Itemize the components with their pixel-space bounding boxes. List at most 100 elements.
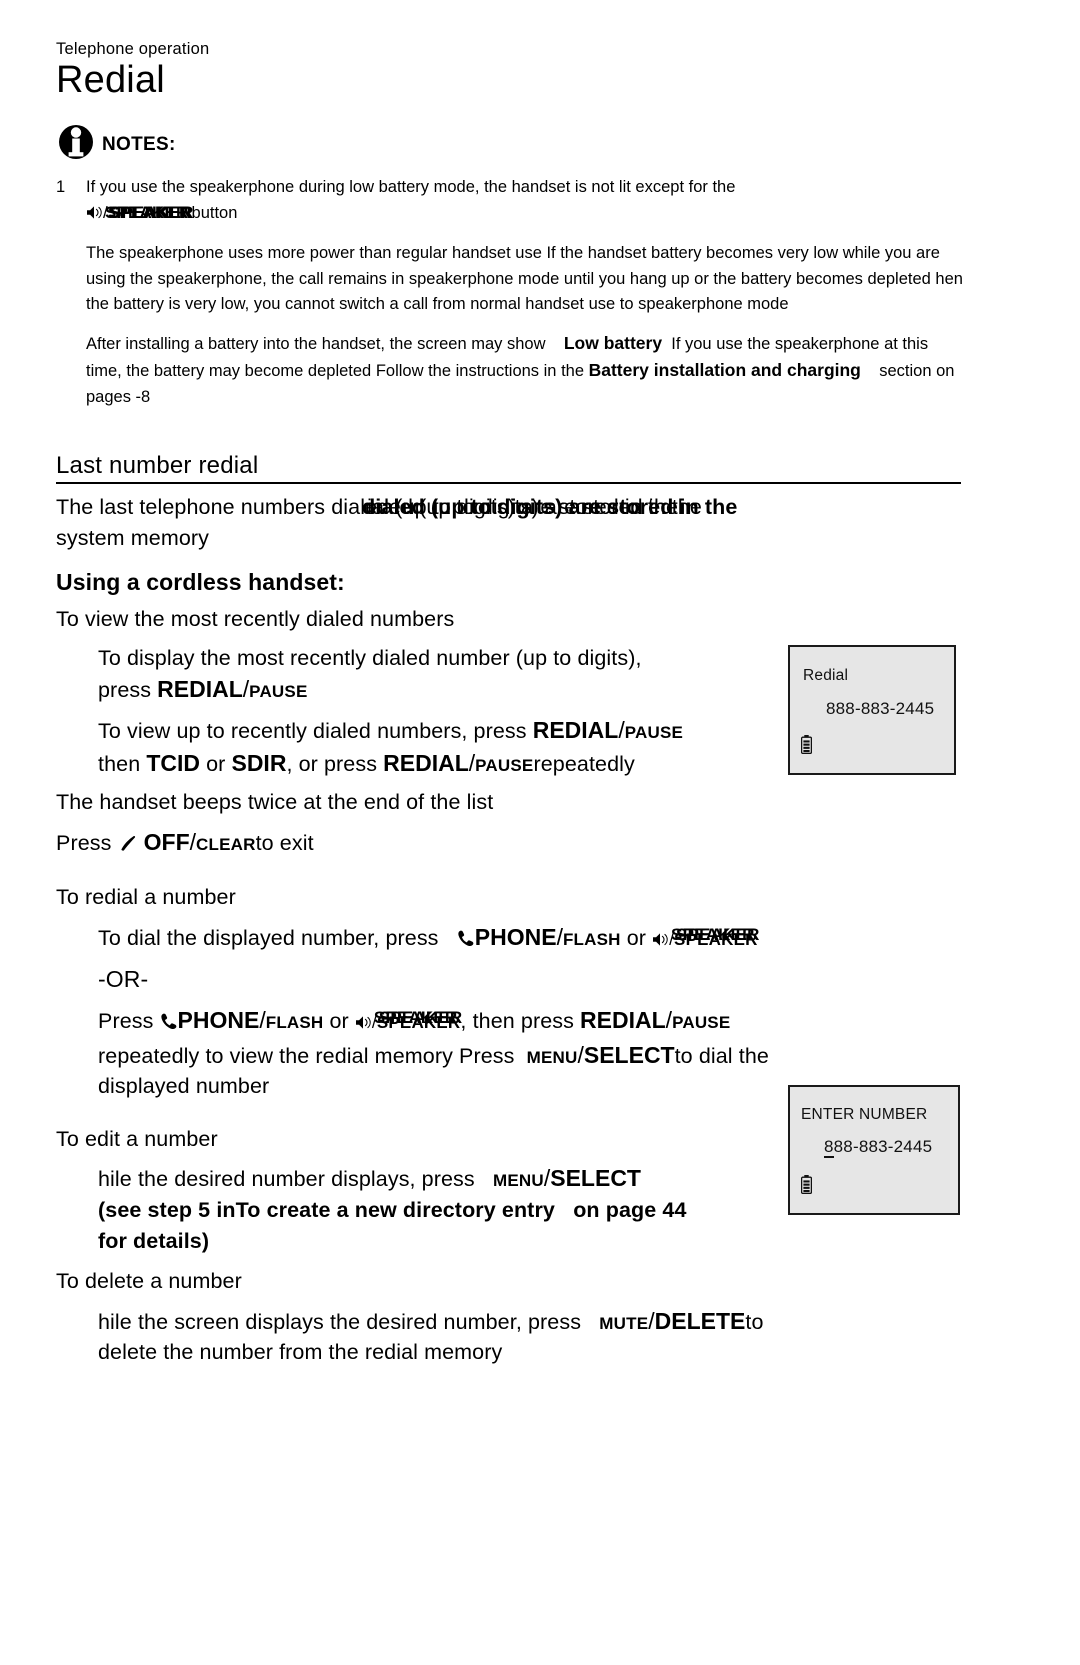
speaker-key-label-3: SPEAKER SPEAKER SPEAKER xyxy=(373,1006,462,1037)
note-paragraph-battery: After installing a battery into the hand… xyxy=(86,330,966,411)
or-word-3: or xyxy=(329,1009,349,1034)
speaker-icon-2 xyxy=(652,925,669,956)
last-number-redial-intro: The last telephone numbers dialed (up to… xyxy=(56,492,966,553)
then-press-text: , then press xyxy=(460,1009,574,1034)
speaker-key-label: SPEAKER SPEAKER SPEAKER xyxy=(104,200,193,227)
key-pause-3: PAUSE xyxy=(475,755,534,775)
edit-line-b-tail: on page 44 xyxy=(573,1198,687,1222)
press-off-clear-instruction: Press OFF/CLEARto exit xyxy=(56,826,966,861)
delete-line-b: delete the number from the redial memory xyxy=(98,1340,503,1365)
speaker-key-2-layer-3: SPEAKER xyxy=(671,924,755,944)
note-paragraph-speakerphone: The speakerphone uses more power than re… xyxy=(86,244,963,314)
speaker-icon xyxy=(86,203,103,229)
repeatedly-word: repeatedly xyxy=(533,751,635,776)
key-flash-2: FLASH xyxy=(265,1013,324,1033)
manual-page: Telephone operation Redial NOTES: 1 If y… xyxy=(0,0,1080,1665)
key-redial-4: REDIAL xyxy=(580,1007,666,1034)
enter-number-screen-title: ENTER NUMBER xyxy=(801,1106,928,1123)
intro-line-2: system memory xyxy=(56,525,210,550)
key-off: OFF xyxy=(143,828,190,855)
phone-off-icon xyxy=(118,830,138,861)
enter-number-screen-number: 888-883-2445 xyxy=(824,1137,933,1158)
redial-screen: Redial 888-883-2445 xyxy=(788,645,956,775)
key-redial-2: REDIAL xyxy=(532,717,619,744)
view-up-to-text: To view up to recently dialed numbers, p… xyxy=(98,719,527,744)
page-title: Redial xyxy=(56,59,165,101)
key-mute: MUTE xyxy=(599,1313,649,1333)
enter-number-screen: ENTER NUMBER 888-883-2445 xyxy=(788,1085,960,1215)
phone-handset-icon xyxy=(457,925,475,956)
speaker-key-3-layer-3: SPEAKER xyxy=(373,1008,458,1028)
intro-text-a: The last telephone numbers dial xyxy=(56,495,366,520)
battery-section-reference: Battery installation and charging xyxy=(588,360,861,381)
notes-label: NOTES: xyxy=(102,133,176,155)
key-clear: CLEAR xyxy=(196,834,256,854)
then-word: then xyxy=(98,751,141,776)
key-phone-1: PHONE xyxy=(474,923,557,950)
key-menu-2: MENU xyxy=(493,1171,544,1191)
note-battery-intro: After installing a battery into the hand… xyxy=(86,334,546,353)
key-menu-1: MENU xyxy=(526,1047,578,1067)
display-most-recent-text: To display the most recently dialed numb… xyxy=(98,645,642,670)
edit-line-b: (see step 5 in xyxy=(98,1198,236,1222)
key-tcid: TCID xyxy=(146,749,200,776)
section-heading-last-number-redial: Last number redial xyxy=(56,452,961,485)
edit-line-a: hile the desired number displays, press xyxy=(98,1167,475,1192)
to-view-heading: To view the most recently dialed numbers xyxy=(56,607,455,632)
press-word-2: Press xyxy=(56,830,112,855)
enter-number-rest: 88-883-2445 xyxy=(833,1137,933,1156)
note-line-2-tail: button xyxy=(191,204,238,223)
low-battery-screen-text: Low battery xyxy=(563,332,663,353)
key-sdir: SDIR xyxy=(231,749,287,776)
speaker-key-layer-3: SPEAKER xyxy=(104,203,189,223)
redial-screen-title: Redial xyxy=(803,667,849,684)
displayed-number-text: displayed number xyxy=(98,1074,270,1099)
running-head: Telephone operation xyxy=(56,40,210,58)
edit-line-b-ref: To create a new directory entry xyxy=(235,1198,555,1222)
note-line-1-text: If you use the speakerphone during low b… xyxy=(86,177,736,196)
speaker-key-label-2: SPEAKER SPEAKER SPEAKER xyxy=(671,923,759,954)
delete-number-instruction: hile the screen displays the desired num… xyxy=(98,1305,966,1368)
handset-beeps-note: The handset beeps twice at the end of th… xyxy=(56,790,494,815)
speaker-icon-3 xyxy=(355,1008,372,1039)
intro-overlap-group: ed (up to digits) are stored in the ialed… xyxy=(362,492,737,523)
enter-number-cursor-digit: 8 xyxy=(824,1137,834,1158)
key-pause-1: PAUSE xyxy=(249,682,308,702)
view-up-to-tail: , or press xyxy=(286,751,378,776)
or-divider: -OR- xyxy=(98,966,149,993)
or-word-2: or xyxy=(626,925,647,950)
repeatedly-view-text: repeatedly to view the redial memory Pre… xyxy=(98,1043,515,1068)
to-redial-heading: To redial a number xyxy=(56,885,236,910)
key-delete: DELETE xyxy=(654,1307,746,1334)
to-exit-text: to exit xyxy=(255,830,314,855)
note-line-1: If you use the speakerphone during low b… xyxy=(86,175,966,229)
to-delete-heading: To delete a number xyxy=(56,1269,242,1294)
dial-displayed-text: To dial the displayed number, press xyxy=(98,925,439,950)
note-item: 1 If you use the speakerphone during low… xyxy=(56,175,966,411)
delete-line-a-tail: to xyxy=(745,1309,764,1334)
note-body: If you use the speakerphone during low b… xyxy=(86,175,966,411)
key-select-2: SELECT xyxy=(550,1165,641,1192)
press-word-3: Press xyxy=(98,1009,154,1034)
notes-header: NOTES: xyxy=(56,121,966,161)
edit-line-c: for details) xyxy=(98,1228,210,1253)
note-number: 1 xyxy=(56,177,66,196)
phone-handset-icon-2 xyxy=(160,1008,178,1039)
or-word-1: or xyxy=(206,751,226,776)
info-circle-icon xyxy=(56,121,96,161)
battery-icon-2 xyxy=(800,1175,813,1195)
key-redial-3: REDIAL xyxy=(383,749,469,776)
key-select-1: SELECT xyxy=(583,1041,675,1068)
redial-screen-number: 888-883-2445 xyxy=(826,699,935,718)
key-pause-2: PAUSE xyxy=(624,723,684,743)
delete-line-a: hile the screen displays the desired num… xyxy=(98,1309,582,1334)
dial-displayed-number-instruction: To dial the displayed number, press PHON… xyxy=(98,921,966,956)
key-pause-4: PAUSE xyxy=(672,1013,731,1033)
intro-overlap-layer-3: dialed (up to digits) are stored in the xyxy=(362,495,738,520)
subheading-using-cordless-handset: Using a cordless handset: xyxy=(56,569,345,596)
key-flash-1: FLASH xyxy=(562,929,621,949)
battery-icon xyxy=(800,735,813,755)
key-phone-2: PHONE xyxy=(177,1007,260,1034)
key-redial-1: REDIAL xyxy=(157,676,243,703)
to-dial-tail: to dial the xyxy=(674,1043,769,1068)
